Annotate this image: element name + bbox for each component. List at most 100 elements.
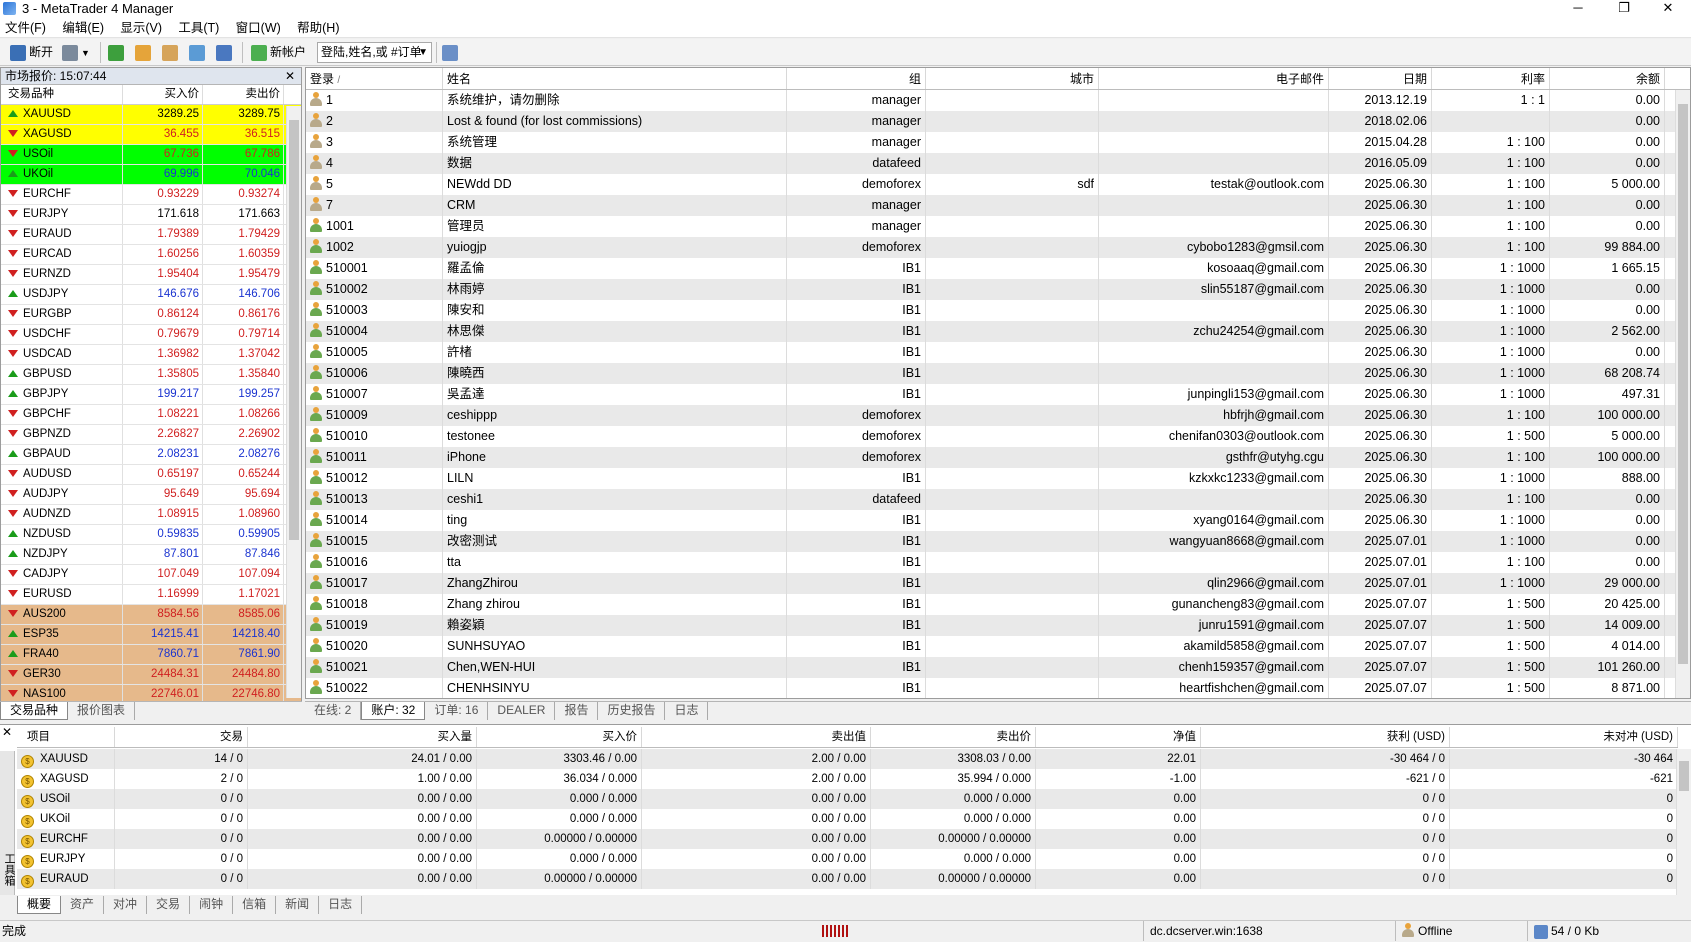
close-icon[interactable]: ✕	[285, 68, 295, 84]
column-login[interactable]: 登录 /	[306, 68, 443, 89]
column-date[interactable]: 日期	[1329, 68, 1432, 89]
market-watch-row[interactable]: EURJPY 171.618 171.663	[1, 205, 301, 225]
market-watch-row[interactable]: GBPCHF 1.08221 1.08266	[1, 405, 301, 425]
table-row[interactable]: 7 CRM manager 2025.06.30 1 : 100 0.00	[306, 195, 1690, 216]
column-city[interactable]: 城市	[926, 68, 1099, 89]
market-watch-row[interactable]: USOil 67.736 67.786	[1, 145, 301, 165]
table-row[interactable]: 510012 LILN IB1 kzkxkc1233@gmail.com 2025.06…	[306, 468, 1690, 489]
tab-reports[interactable]: 报告	[555, 702, 599, 720]
minimize-button[interactable]: ─	[1555, 0, 1601, 17]
window-button[interactable]	[216, 42, 235, 63]
market-watch-row[interactable]: EURCHF 0.93229 0.93274	[1, 185, 301, 205]
table-row[interactable]: $ XAUUSD 14 / 0 24.01 / 0.00 3303.46 / 0.00 2…	[17, 749, 1678, 769]
column-buy-price[interactable]: 买入价	[477, 727, 642, 747]
maximize-button[interactable]: ❐	[1601, 0, 1647, 17]
tab-trades[interactable]: 交易	[147, 896, 191, 914]
menu-file[interactable]: 文件(F)	[0, 18, 54, 38]
menu-window[interactable]: 窗口(W)	[231, 18, 289, 38]
tab-history-reports[interactable]: 历史报告	[598, 702, 666, 720]
table-row[interactable]: 510002 林雨婷 IB1 slin55187@gmail.com 2025.06.3…	[306, 279, 1690, 300]
close-button[interactable]: ✕	[1645, 0, 1691, 17]
market-watch-row[interactable]: EURCAD 1.60256 1.60359	[1, 245, 301, 265]
market-watch-row[interactable]: AUDJPY 95.649 95.694	[1, 485, 301, 505]
market-watch-scrollbar[interactable]	[286, 106, 301, 698]
menu-tools[interactable]: 工具(T)	[173, 18, 227, 38]
tab-alerts[interactable]: 闹钟	[190, 896, 234, 914]
tab-exposure[interactable]: 资产	[61, 896, 105, 914]
table-row[interactable]: 5 NEWdd DD demoforex sdf testak@outlook.com 2…	[306, 174, 1690, 195]
column-profit[interactable]: 获利 (USD)	[1201, 727, 1450, 747]
accounts-button[interactable]	[135, 42, 154, 63]
column-net[interactable]: 净值	[1036, 727, 1201, 747]
table-row[interactable]: 510007 吳孟達 IB1 junpingli153@gmail.com 2025.0…	[306, 384, 1690, 405]
tab-hedge[interactable]: 对冲	[104, 896, 148, 914]
menu-view[interactable]: 显示(V)	[115, 18, 170, 38]
tab-online[interactable]: 在线: 2	[305, 702, 362, 720]
table-row[interactable]: 510009 ceshippp demoforex hbfrjh@gmail.com 2…	[306, 405, 1690, 426]
market-watch-row[interactable]: GBPJPY 199.217 199.257	[1, 385, 301, 405]
market-watch-row[interactable]: AUDNZD 1.08915 1.08960	[1, 505, 301, 525]
table-row[interactable]: 510017 ZhangZhirou IB1 qlin2966@gmail.com 20…	[306, 573, 1690, 594]
menu-edit[interactable]: 编辑(E)	[57, 18, 112, 38]
search-input[interactable]: 登陆,姓名,或 #订单 ▼	[317, 42, 432, 63]
table-row[interactable]: $ EURAUD 0 / 0 0.00 / 0.00 0.00000 / 0.00000…	[17, 869, 1678, 889]
table-row[interactable]: 510005 許楮 IB1 2025.06.30 1 : 1000 0.00	[306, 342, 1690, 363]
table-row[interactable]: 510021 Chen,WEN-HUI IB1 chenh159357@gmail.c…	[306, 657, 1690, 678]
column-bid[interactable]: 买入价	[123, 85, 203, 104]
tab-news[interactable]: 新闻	[276, 896, 320, 914]
users-dropdown-button[interactable]: ▼	[62, 42, 90, 63]
column-email[interactable]: 电子邮件	[1099, 68, 1329, 89]
market-watch-row[interactable]: AUS200 8584.56 8585.06	[1, 605, 301, 625]
database-button[interactable]	[189, 42, 208, 63]
market-watch-row[interactable]: ESP35 14215.41 14218.40	[1, 625, 301, 645]
menu-help[interactable]: 帮助(H)	[292, 18, 347, 38]
tab-journal[interactable]: 日志	[665, 702, 709, 720]
market-watch-row[interactable]: USDJPY 146.676 146.706	[1, 285, 301, 305]
market-watch-row[interactable]: EURGBP 0.86124 0.86176	[1, 305, 301, 325]
accounts-scrollbar[interactable]	[1675, 90, 1690, 698]
tab-dealer[interactable]: DEALER	[488, 702, 556, 720]
table-row[interactable]: 510019 賴姿穎 IB1 junru1591@gmail.com 2025.07.0…	[306, 615, 1690, 636]
market-watch-row[interactable]: CADJPY 107.049 107.094	[1, 565, 301, 585]
market-watch-row[interactable]: EURUSD 1.16999 1.17021	[1, 585, 301, 605]
column-name[interactable]: 姓名	[443, 68, 787, 89]
market-watch-row[interactable]: EURAUD 1.79389 1.79429	[1, 225, 301, 245]
market-watch-row[interactable]: GBPUSD 1.35805 1.35840	[1, 365, 301, 385]
table-row[interactable]: 4 数据 datafeed 2016.05.09 1 : 100 0.00	[306, 153, 1690, 174]
table-row[interactable]: 510016 tta IB1 2025.07.01 1 : 100 0.00	[306, 552, 1690, 573]
column-ask[interactable]: 卖出价	[203, 85, 284, 104]
close-icon[interactable]: ✕	[2, 725, 12, 739]
market-watch-row[interactable]: NZDJPY 87.801 87.846	[1, 545, 301, 565]
market-watch-row[interactable]: GBPAUD 2.08231 2.08276	[1, 445, 301, 465]
table-row[interactable]: 510010 testonee demoforex chenifan0303@outl…	[306, 426, 1690, 447]
table-row[interactable]: 1002 yuiogjp demoforex cybobo1283@gmsil.com…	[306, 237, 1690, 258]
new-account-button[interactable]: 新帐户	[251, 42, 306, 63]
tab-mailbox[interactable]: 信箱	[233, 896, 277, 914]
table-row[interactable]: 510013 ceshi1 datafeed 2025.06.30 1 : 100 0.0…	[306, 489, 1690, 510]
table-row[interactable]: $ XAGUSD 2 / 0 1.00 / 0.00 36.034 / 0.000 2.0…	[17, 769, 1678, 789]
tab-orders[interactable]: 订单: 16	[425, 702, 489, 720]
column-leverage[interactable]: 利率	[1432, 68, 1550, 89]
table-row[interactable]: $ USOil 0 / 0 0.00 / 0.00 0.000 / 0.000 0.00 …	[17, 789, 1678, 809]
table-row[interactable]: $ EURJPY 0 / 0 0.00 / 0.00 0.000 / 0.000 0.00…	[17, 849, 1678, 869]
tab-summary[interactable]: 概要	[17, 896, 62, 914]
tab-log[interactable]: 日志	[319, 896, 363, 914]
column-sell-price[interactable]: 卖出价	[871, 727, 1036, 747]
tab-symbols[interactable]: 交易品种	[0, 702, 69, 720]
table-row[interactable]: 510004 林思傑 IB1 zchu24254@gmail.com 2025.06.3…	[306, 321, 1690, 342]
scrollbar-thumb[interactable]	[1679, 761, 1689, 791]
column-item[interactable]: 项目	[17, 727, 115, 747]
table-row[interactable]: 510015 改密测试 IB1 wangyuan8668@gmail.com 2025.…	[306, 531, 1690, 552]
chevron-down-icon[interactable]: ▼	[418, 43, 428, 62]
table-row[interactable]: 510006 陳曉西 IB1 2025.06.30 1 : 1000 68 208.74	[306, 363, 1690, 384]
market-watch-row[interactable]: FRA40 7860.71 7861.90	[1, 645, 301, 665]
column-sell-volume[interactable]: 卖出值	[642, 727, 871, 747]
scrollbar-thumb[interactable]	[1678, 104, 1688, 664]
table-row[interactable]: 510011 iPhone demoforex gsthfr@utyhg.cgu 202…	[306, 447, 1690, 468]
table-row[interactable]: 3 系统管理 manager 2015.04.28 1 : 100 0.00	[306, 132, 1690, 153]
market-watch-button[interactable]	[108, 42, 127, 63]
table-row[interactable]: $ UKOil 0 / 0 0.00 / 0.00 0.000 / 0.000 0.00 …	[17, 809, 1678, 829]
market-watch-row[interactable]: UKOil 69.996 70.046	[1, 165, 301, 185]
table-row[interactable]: 2 Lost & found (for lost commissions) mana…	[306, 111, 1690, 132]
table-row[interactable]: 510022 CHENHSINYU IB1 heartfishchen@gmail.c…	[306, 678, 1690, 698]
